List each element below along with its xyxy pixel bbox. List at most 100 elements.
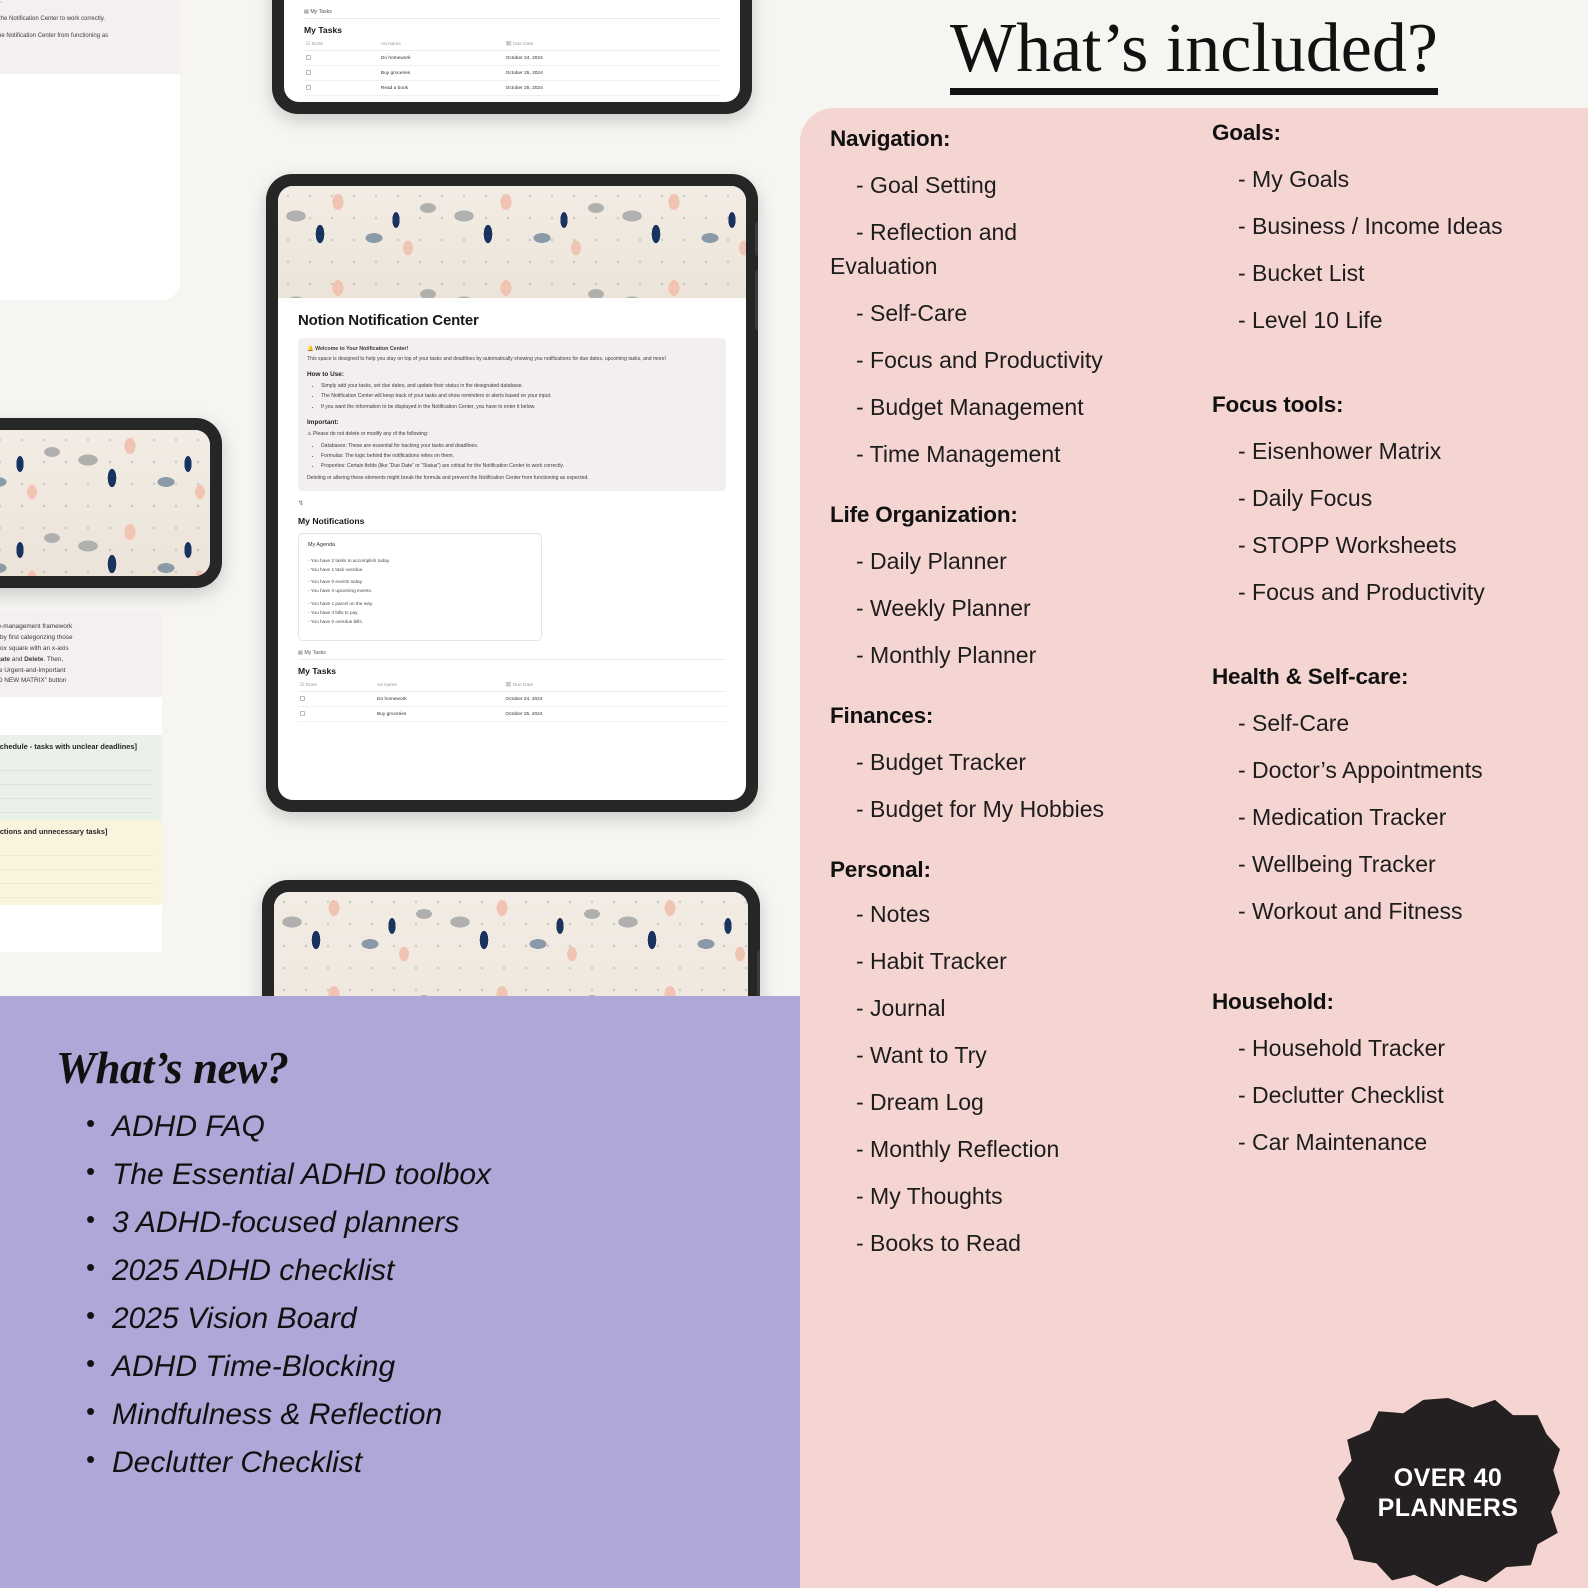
group-item[interactable]: - Daily Focus [1212, 485, 1564, 512]
row-checkbox-cell[interactable] [304, 80, 379, 97]
list-item[interactable]: Mindfulness & Reflection [56, 1396, 800, 1432]
row-checkbox-cell[interactable] [298, 706, 376, 723]
row-checkbox-cell[interactable] [304, 65, 379, 82]
checkbox-icon[interactable] [300, 695, 305, 701]
todo-row[interactable]: To-do [0, 799, 153, 814]
group-item[interactable]: - Monthly Reflection [830, 1136, 1182, 1163]
table-row[interactable]: Buy groceries October 25, 2024 [304, 65, 720, 82]
list-item[interactable]: ADHD FAQ [56, 1108, 800, 1144]
todo-row[interactable]: To-do [0, 842, 153, 857]
table-row[interactable]: Buy groceries October 25, 2024 [298, 706, 726, 723]
included-left-column: Navigation: - Goal Setting - Reflection … [830, 126, 1182, 1588]
group-item[interactable]: - Business / Income Ideas [1212, 213, 1564, 240]
group-item[interactable]: - Wellbeing Tracker [1212, 851, 1564, 878]
group-item[interactable]: - Time Management [830, 441, 1182, 468]
todo-row[interactable]: To-do [0, 870, 153, 885]
tablet-side-button-top[interactable] [755, 222, 758, 256]
row-due: October 25, 2024 [503, 65, 720, 82]
group-item[interactable]: - Focus and Productivity [830, 347, 1182, 374]
todo-row[interactable]: To-do [0, 771, 153, 786]
group-item[interactable]: - Car Maintenance [1212, 1129, 1564, 1156]
tablet-side-button-bottom[interactable] [755, 270, 758, 330]
important-list: Databases: These are essential for track… [321, 443, 717, 472]
group-item[interactable]: - Budget for My Hobbies [830, 796, 1182, 823]
checkbox-icon[interactable] [306, 69, 311, 75]
todo-row[interactable]: To-do [0, 785, 153, 800]
group-item[interactable]: - Budget Tracker [830, 749, 1182, 776]
divider-glyph-icon: ↯ [298, 500, 304, 508]
col-name: Aa Name [378, 39, 504, 52]
table-row[interactable]: Do homework October 24, 2024 [298, 691, 726, 708]
todo-row[interactable]: To-do [0, 856, 153, 871]
row-name: Buy groceries [375, 706, 504, 723]
group-item[interactable]: - Workout and Fitness [1212, 898, 1564, 925]
group-item[interactable]: - Eisenhower Matrix [1212, 438, 1564, 465]
group-item[interactable]: - Habit Tracker [830, 948, 1182, 975]
group-item[interactable]: - Daily Planner [830, 548, 1182, 575]
list-item[interactable]: 2025 Vision Board [56, 1300, 800, 1336]
list-item[interactable]: 3 ADHD-focused planners [56, 1204, 800, 1240]
todo-row[interactable]: To-do [0, 884, 153, 899]
group-item-wrap[interactable]: Evaluation [830, 253, 1182, 280]
callout-intro: This space is designed to help you stay … [307, 356, 667, 363]
group-item[interactable]: - Weekly Planner [830, 595, 1182, 622]
col-done: ☑ Done [298, 680, 376, 693]
group-item[interactable]: - Monthly Planner [830, 642, 1182, 669]
checkbox-icon[interactable] [300, 710, 305, 716]
quadrant-delete: Delete [distractions and unnecessary tas… [0, 820, 162, 906]
poster-canvas: eadlines. tical for the Notification Cen… [0, 0, 1588, 1588]
group-item[interactable]: - Focus and Productivity [1212, 579, 1564, 606]
list-item[interactable]: ADHD Time-Blocking [56, 1348, 800, 1384]
table-row[interactable]: Read a book October 25, 2024 [304, 80, 720, 97]
group-item[interactable]: - Self-Care [1212, 710, 1564, 737]
group-item[interactable]: - Dream Log [830, 1089, 1182, 1116]
checkbox-icon[interactable] [306, 54, 311, 60]
list-item: Simply add your tasks, set due dates, an… [321, 383, 717, 391]
group-item[interactable]: - Level 10 Life [1212, 307, 1564, 334]
matrix-description: zation, and time-management framework r … [0, 612, 162, 698]
list-item[interactable]: The Essential ADHD toolbox [56, 1156, 800, 1192]
col-done: ☑ Done [304, 39, 379, 52]
badge-text: OVER 40 PLANNERS [1336, 1398, 1560, 1588]
quadrant-heading: Delete [distractions and unnecessary tas… [0, 827, 108, 837]
notion-page-top: My Agenda - You have 0 overdue bills. ▤ … [284, 0, 740, 97]
fragment-line: tical for the Notification Center to wor… [0, 15, 105, 22]
agenda-line: - You have 3 upcoming events. [308, 588, 373, 594]
group-item[interactable]: - Declutter Checklist [1212, 1082, 1564, 1109]
group-item[interactable]: - My Thoughts [830, 1183, 1182, 1210]
todo-row[interactable]: To-do [0, 757, 153, 772]
group-item[interactable]: - Notes [830, 901, 1182, 928]
badge-line-2: PLANNERS [1377, 1494, 1519, 1522]
important-heading: Important: [307, 418, 339, 426]
group-item[interactable]: - Want to Try [830, 1042, 1182, 1069]
table-row[interactable]: Do homework October 24, 2024 [304, 50, 720, 67]
group-heading: Focus tools: [1212, 392, 1344, 417]
tasks-db-tag[interactable]: ▤ My Tasks [298, 650, 726, 661]
row-checkbox-cell[interactable] [304, 50, 379, 67]
agenda-line: - You have 0 events today. [308, 579, 363, 585]
group-item[interactable]: - STOPP Worksheets [1212, 532, 1564, 559]
group-focus-tools: Focus tools: - Eisenhower Matrix - Daily… [1212, 392, 1564, 606]
group-item[interactable]: - Household Tracker [1212, 1035, 1564, 1062]
group-item[interactable]: - Doctor’s Appointments [1212, 757, 1564, 784]
list-item[interactable]: 2025 ADHD checklist [56, 1252, 800, 1288]
top-left-fragment-panel: eadlines. tical for the Notification Cen… [0, 0, 180, 74]
group-item[interactable]: - Books to Read [830, 1230, 1182, 1257]
tablet-side-button[interactable] [757, 950, 760, 1000]
group-item[interactable]: - Budget Management [830, 394, 1182, 421]
agenda-group-tasks: - You have 2 tasks to accomplish today. … [308, 558, 532, 573]
list-item: Properties: Certain fields (like “Due Da… [321, 463, 717, 471]
group-item[interactable]: - Journal [830, 995, 1182, 1022]
row-checkbox-cell[interactable] [298, 691, 376, 708]
over-40-planners-badge: OVER 40 PLANNERS [1336, 1398, 1560, 1588]
tasks-db-tag[interactable]: ▤ My Tasks [304, 9, 720, 20]
list-item[interactable]: Declutter Checklist [56, 1444, 800, 1480]
group-item[interactable]: - Self-Care [830, 300, 1182, 327]
group-item[interactable]: - Reflection and [830, 219, 1182, 246]
group-item[interactable]: - Medication Tracker [1212, 804, 1564, 831]
group-item[interactable]: - My Goals [1212, 166, 1564, 193]
group-item[interactable]: - Goal Setting [830, 172, 1182, 199]
headline-text: What’s included? [950, 13, 1438, 95]
checkbox-icon[interactable] [306, 84, 311, 90]
group-item[interactable]: - Bucket List [1212, 260, 1564, 287]
